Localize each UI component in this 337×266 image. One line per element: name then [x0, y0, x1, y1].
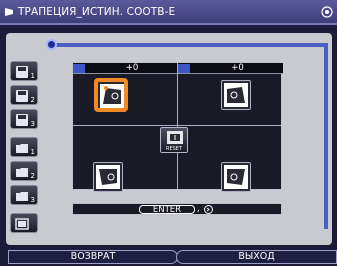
save-icon — [16, 90, 28, 102]
save-slot-2-button[interactable]: 2 — [10, 85, 38, 105]
load-slot-2-button[interactable]: 2 — [10, 161, 38, 181]
corner-bottom-right-icon — [224, 165, 248, 189]
enter-bar: ENTER , — [72, 203, 282, 215]
slot-number: 1 — [30, 148, 35, 156]
corner-top-left-icon — [100, 84, 124, 108]
screen-icon — [15, 218, 29, 230]
load-slot-3-button[interactable]: 3 — [10, 185, 38, 205]
back-button[interactable]: ВОЗВРАТ — [8, 250, 178, 264]
frame-right-edge — [324, 43, 328, 229]
vertical-adjust-icon — [178, 64, 190, 73]
enter-separator: , — [197, 204, 200, 214]
corner-bottom-left-icon — [96, 165, 120, 189]
slot-number: 3 — [30, 196, 35, 204]
keystone-icon — [5, 7, 13, 16]
horizontal-value: +0 — [125, 63, 139, 73]
corner-top-right-icon — [224, 83, 248, 107]
slot-number: 1 — [30, 72, 35, 80]
title-bar: ТРАПЕЦИЯ_ИСТИН. СООТВ-Е — [0, 0, 337, 25]
horizontal-readout: +0 — [73, 63, 177, 74]
horizontal-adjust-icon — [73, 64, 85, 73]
settings-icon[interactable] — [321, 6, 333, 18]
folder-icon — [16, 192, 28, 201]
window-title: ТРАПЕЦИЯ_ИСТИН. СООТВ-Е — [18, 5, 176, 18]
reset-button[interactable]: RESET — [160, 127, 188, 153]
reset-label: RESET — [165, 146, 183, 152]
save-icon — [16, 114, 28, 126]
enter-button[interactable]: ENTER — [139, 205, 195, 214]
corner-bottom-left-button[interactable] — [93, 162, 123, 192]
frame-corner-handle[interactable] — [46, 39, 57, 50]
frame-top-edge — [51, 43, 328, 47]
corner-bottom-right-button[interactable] — [221, 162, 251, 192]
corner-top-right-button[interactable] — [221, 80, 251, 110]
save-icon — [16, 66, 28, 78]
save-slot-1-button[interactable]: 1 — [10, 61, 38, 81]
screen-toggle-button[interactable] — [10, 213, 38, 233]
enter-arrow-icon — [204, 205, 213, 214]
bottom-bar: ВОЗВРАТ ВЫХОД — [8, 250, 337, 264]
exit-button[interactable]: ВЫХОД — [176, 250, 337, 264]
load-slot-1-button[interactable]: 1 — [10, 137, 38, 157]
back-label: ВОЗВРАТ — [70, 251, 116, 262]
grid-line-vertical — [177, 63, 178, 189]
slot-number: 2 — [30, 96, 35, 104]
corner-top-left-button[interactable] — [96, 80, 126, 110]
folder-icon — [16, 168, 28, 177]
save-slot-3-button[interactable]: 3 — [10, 109, 38, 129]
exit-label: ВЫХОД — [238, 251, 275, 262]
vertical-readout: +0 — [178, 63, 283, 74]
folder-icon — [16, 144, 28, 153]
slot-number: 3 — [30, 120, 35, 128]
vertical-value: +0 — [231, 63, 244, 73]
slot-number: 2 — [30, 172, 35, 180]
reset-icon — [167, 131, 183, 144]
